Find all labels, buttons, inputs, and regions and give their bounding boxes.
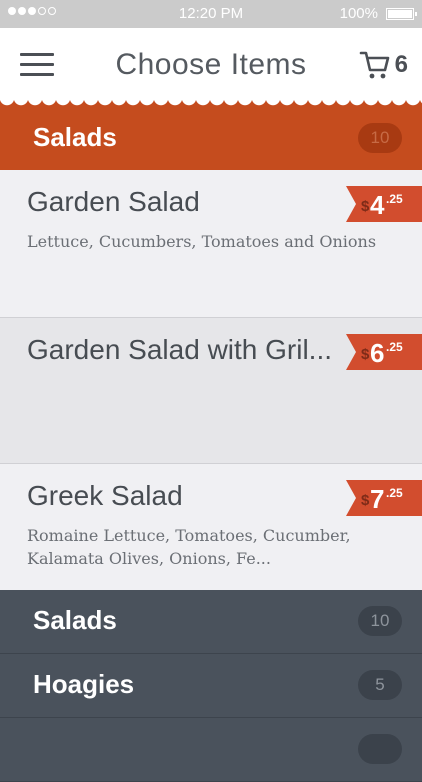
battery-percentage: 100% — [339, 5, 378, 22]
price-dollars: 6 — [370, 338, 385, 368]
category-row-salads[interactable]: Salads 10 — [0, 590, 422, 654]
price-dollars: 4 — [370, 190, 385, 220]
category-label: Hoagies — [33, 669, 135, 699]
price-cents: .25 — [386, 340, 403, 354]
category-count-badge — [358, 734, 402, 764]
item-name: Garden Salad with Gril... — [27, 334, 333, 365]
item-name: Greek Salad — [27, 480, 183, 511]
category-count-badge: 5 — [358, 670, 402, 700]
cart-count-badge: 6 — [394, 51, 408, 78]
cart-button[interactable]: 6 — [359, 48, 408, 82]
price-dollars: 7 — [370, 484, 385, 514]
category-label: Salads — [33, 605, 117, 635]
category-row-hoagies[interactable]: Hoagies 5 — [0, 654, 422, 718]
shopping-cart-icon — [359, 51, 389, 79]
price-tag: $ 4 .25 — [346, 186, 422, 222]
price-cents: .25 — [386, 192, 403, 206]
category-count-badge: 10 — [358, 606, 402, 636]
category-row-partial[interactable] — [0, 718, 422, 782]
menu-item-garden-salad-grilled[interactable]: Garden Salad with Gril... $ 6 .25 — [0, 318, 422, 464]
app-header: Choose Items 6 — [0, 28, 422, 104]
price-tag: $ 7 .25 — [346, 480, 422, 516]
price-cents: .25 — [386, 486, 403, 500]
section-count-badge: 10 — [358, 123, 402, 153]
section-title: Salads — [33, 122, 117, 152]
price-currency: $ — [361, 198, 370, 215]
battery-icon — [386, 8, 417, 20]
menu-item-greek-salad[interactable]: Greek Salad Romaine Lettuce, Tomatoes, C… — [0, 464, 422, 590]
section-header-salads[interactable]: Salads 10 — [0, 106, 422, 170]
price-tag: $ 6 .25 — [346, 334, 422, 370]
status-bar: 12:20 PM 100% — [0, 0, 422, 28]
menu-item-garden-salad[interactable]: Garden Salad Lettuce, Cucumbers, Tomatoe… — [0, 170, 422, 318]
price-currency: $ — [361, 346, 370, 363]
price-currency: $ — [361, 492, 370, 509]
menu-item-list: Garden Salad Lettuce, Cucumbers, Tomatoe… — [0, 170, 422, 590]
item-description: Lettuce, Cucumbers, Tomatoes and Onions — [27, 232, 377, 251]
item-name: Garden Salad — [27, 186, 200, 217]
item-description: Romaine Lettuce, Tomatoes, Cucumber, Kal… — [27, 526, 351, 568]
category-list: Salads 10 Hoagies 5 — [0, 590, 422, 782]
